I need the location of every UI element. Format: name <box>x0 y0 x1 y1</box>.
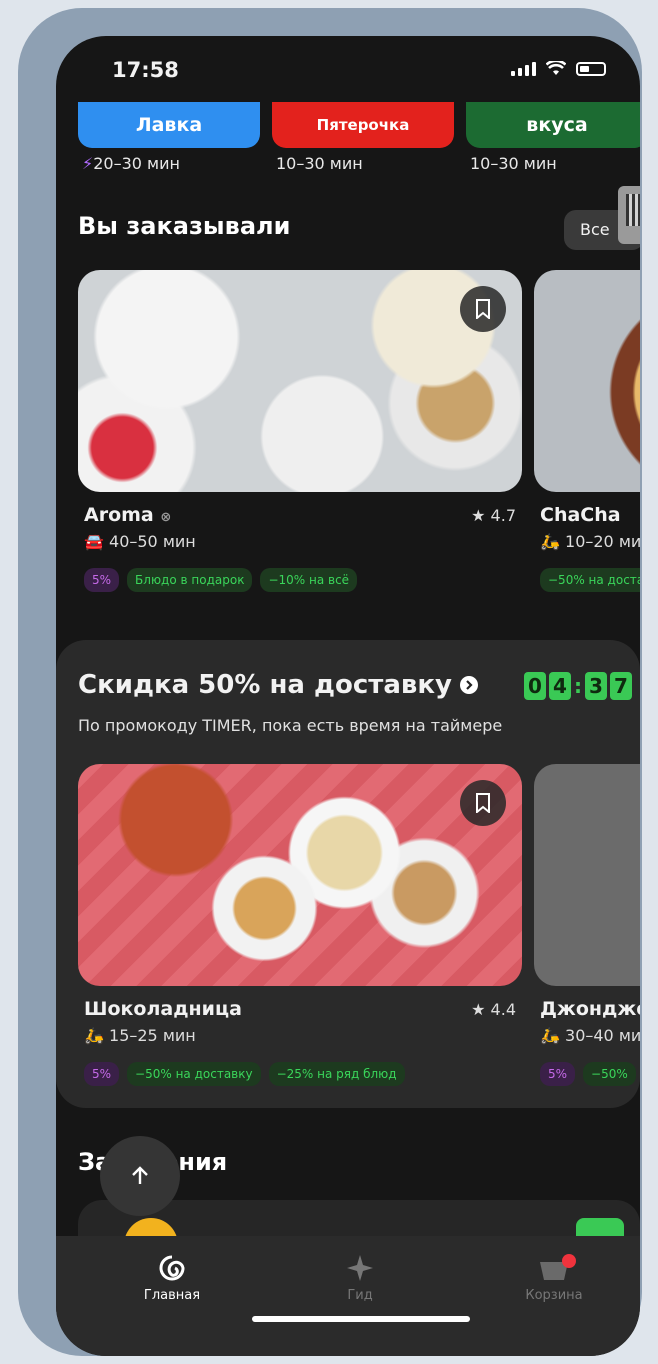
promo-tag: −25% на ряд блюд <box>268 1062 405 1086</box>
promo-subtitle: По промокоду TIMER, пока есть время на т… <box>78 716 503 735</box>
timer-digit: 4 <box>549 672 571 700</box>
promo-tag: Блюдо в подарок <box>127 568 253 592</box>
cart-icon <box>494 1248 614 1288</box>
courier-icon: 🛵 <box>540 532 560 551</box>
tab-guide[interactable]: Гид <box>300 1248 420 1303</box>
bookmark-icon <box>476 793 490 813</box>
promo-tag: −10% на всё <box>260 568 358 592</box>
restaurant-photo <box>534 270 640 492</box>
cashback-tag: 5% <box>540 1062 576 1086</box>
promo-tags: 5% −50% <box>540 1062 636 1086</box>
promo-panel: Скидка 50% на доставку 0 4 : 3 7 По пром… <box>56 640 640 1108</box>
car-icon: 🚘 <box>84 532 104 551</box>
cashback-tag: 5% <box>84 568 120 592</box>
tab-home[interactable]: Главная <box>112 1248 232 1303</box>
home-spiral-icon <box>112 1248 232 1288</box>
status-time: 17:58 <box>112 58 179 82</box>
home-indicator <box>252 1316 470 1322</box>
restaurant-photo <box>78 764 522 986</box>
tab-label: Главная <box>143 1288 201 1303</box>
restaurant-name: Шоколадница <box>84 998 242 1020</box>
lightning-icon: ⚡ <box>82 154 94 173</box>
timer-digit: 3 <box>585 672 607 700</box>
chevron-right-icon <box>459 676 478 694</box>
store-name: Пятерочка <box>316 116 410 134</box>
qr-code-icon[interactable] <box>618 186 640 244</box>
wifi-icon <box>546 61 566 75</box>
restaurant-card-dzhondzholi[interactable]: Джонджоли 🛵 30–40 мин 5% −50% <box>534 764 640 1086</box>
promo-tags: 5% Блюдо в подарок −10% на всё <box>84 568 358 592</box>
info-icon: ⊗ <box>160 510 172 525</box>
restaurant-photo <box>78 270 522 492</box>
store-name: Лавка <box>135 114 203 136</box>
restaurant-rating: ★ 4.4 <box>471 1000 516 1019</box>
phone-frame: 17:58 Лавка Пятерочка вкуса ⚡20–30 мин 1… <box>18 8 642 1356</box>
store-vkusvill[interactable]: вкуса <box>466 102 640 148</box>
cashback-tag: 5% <box>84 1062 120 1086</box>
tab-cart[interactable]: Корзина <box>494 1248 614 1303</box>
restaurant-card-chacha[interactable]: ChaCha 🛵 10–20 мин −50% на доставку <box>534 270 640 592</box>
promo-tag: −50% <box>583 1062 636 1086</box>
store-strip: Лавка Пятерочка вкуса <box>78 102 640 148</box>
bookmark-icon <box>476 299 490 319</box>
restaurant-photo <box>534 764 640 986</box>
restaurant-rating: ★ 4.7 <box>471 506 516 525</box>
scroll-to-top-button[interactable] <box>100 1136 180 1216</box>
delivery-time: 🛵 30–40 мин <box>540 1026 640 1045</box>
tab-bar: Главная Гид Корзина <box>56 1236 640 1356</box>
courier-icon: 🛵 <box>540 1026 560 1045</box>
timer-digit: 0 <box>524 672 546 700</box>
timer-digit: 7 <box>610 672 632 700</box>
tab-label: Корзина <box>525 1288 583 1303</box>
arrow-up-icon <box>132 1166 148 1184</box>
store-times: ⚡20–30 мин 10–30 мин 10–30 мин <box>82 154 640 173</box>
promo-title[interactable]: Скидка 50% на доставку <box>78 670 478 700</box>
store-lavka[interactable]: Лавка <box>78 102 260 148</box>
promo-tags: −50% на доставку <box>540 568 640 592</box>
cart-badge <box>562 1254 576 1268</box>
restaurant-name: ChaCha <box>540 504 621 526</box>
store-time: 10–30 мин <box>470 154 557 173</box>
delivery-time: 🛵 15–25 мин <box>84 1026 196 1045</box>
section-title-ordered: Вы заказывали <box>78 212 291 240</box>
restaurant-name: Джонджоли <box>540 998 640 1020</box>
store-time: 10–30 мин <box>276 154 363 173</box>
promo-tags: 5% −50% на доставку −25% на ряд блюд <box>84 1062 405 1086</box>
promo-tag: −50% на доставку <box>127 1062 261 1086</box>
delivery-time: 🛵 10–20 мин <box>540 532 640 551</box>
restaurant-name: Aroma ⊗ <box>84 504 172 526</box>
compass-star-icon <box>300 1248 420 1288</box>
store-name: вкуса <box>526 114 588 136</box>
status-icons <box>511 61 606 76</box>
delivery-time: 🚘 40–50 мин <box>84 532 196 551</box>
promo-tag: −50% на доставку <box>540 568 640 592</box>
signal-icon <box>511 61 536 76</box>
countdown-timer: 0 4 : 3 7 <box>524 672 632 700</box>
battery-icon <box>576 61 606 76</box>
app-screen: 17:58 Лавка Пятерочка вкуса ⚡20–30 мин 1… <box>56 36 640 1356</box>
store-pyaterochka[interactable]: Пятерочка <box>272 102 454 148</box>
timer-colon: : <box>574 674 582 698</box>
bookmark-button[interactable] <box>460 780 506 826</box>
tab-label: Гид <box>347 1288 373 1303</box>
restaurant-card-aroma[interactable]: Aroma ⊗ ★ 4.7 🚘 40–50 мин 5% Блюдо в под… <box>78 270 522 592</box>
restaurant-card-shokoladnitsa[interactable]: Шоколадница ★ 4.4 🛵 15–25 мин 5% −50% на… <box>78 764 522 1086</box>
store-time: ⚡20–30 мин <box>82 154 180 173</box>
bookmark-button[interactable] <box>460 286 506 332</box>
courier-icon: 🛵 <box>84 1026 104 1045</box>
